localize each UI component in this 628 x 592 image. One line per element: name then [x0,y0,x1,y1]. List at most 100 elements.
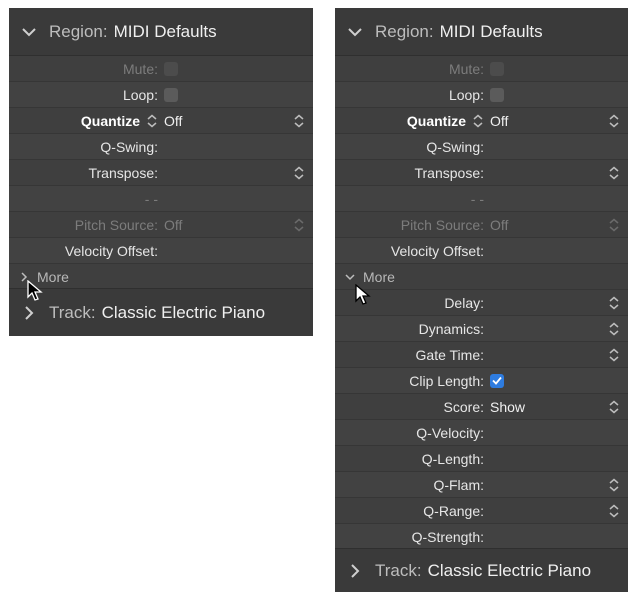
more-parameters-list: Delay: Dynamics: Gate Time: Clip Length:… [335,290,628,550]
placeholder-label: - - [144,190,158,207]
score-row[interactable]: Score: Show [335,394,628,420]
placeholder-row: - - [335,186,628,212]
q-velocity-row[interactable]: Q-Velocity: [335,420,628,446]
region-parameters-list: Mute: Loop: Quantize Off Q-Swing: Transp… [9,56,313,264]
quantize-stepper-icon[interactable] [293,114,305,128]
dynamics-label: Dynamics: [418,320,484,337]
inspector-panel-expanded: Region: MIDI Defaults Mute: Loop: Quanti… [335,8,628,592]
velocity-offset-label: Velocity Offset: [390,242,484,259]
velocity-offset-label: Velocity Offset: [64,242,158,259]
q-swing-row[interactable]: Q-Swing: [9,134,313,160]
track-header[interactable]: Track: Classic Electric Piano [335,548,628,592]
mute-label: Mute: [448,60,484,77]
quantize-value[interactable]: Off [490,113,508,129]
dynamics-stepper-icon[interactable] [608,322,620,336]
pitch-source-value[interactable]: Off [490,217,508,233]
clip-length-label: Clip Length: [409,372,484,389]
pitch-source-label: Pitch Source: [74,216,158,233]
region-header-title: MIDI Defaults [113,21,217,41]
mouse-pointer-icon [27,280,43,301]
mute-checkbox[interactable] [164,61,178,76]
gate-time-row[interactable]: Gate Time: [335,342,628,368]
loop-row: Loop: [335,82,628,108]
region-header-prefix: Region: [375,21,434,41]
quantize-label-stepper-icon[interactable] [472,114,484,128]
pitch-source-row[interactable]: Pitch Source: Off [9,212,313,238]
velocity-offset-row[interactable]: Velocity Offset: [9,238,313,264]
score-stepper-icon[interactable] [608,400,620,414]
pitch-source-label: Pitch Source: [400,216,484,233]
transpose-stepper-icon[interactable] [293,166,305,180]
quantize-label-group[interactable]: Quantize [335,113,484,129]
more-disclosure-expanded[interactable]: More [335,264,628,290]
track-header[interactable]: Track: Classic Electric Piano [9,288,313,336]
placeholder-label: - - [470,190,484,207]
track-header-prefix: Track: [375,560,422,580]
more-label[interactable]: More [363,269,395,285]
region-header[interactable]: Region: MIDI Defaults [335,8,628,56]
quantize-row[interactable]: Quantize Off [9,108,313,134]
q-length-label: Q-Length: [421,450,484,467]
loop-label: Loop: [448,86,484,103]
chevron-right-icon[interactable] [347,563,363,579]
quantize-label-group[interactable]: Quantize [9,113,158,129]
chevron-right-icon[interactable] [21,305,37,321]
clip-length-row: Clip Length: [335,368,628,394]
clip-length-checkbox[interactable] [490,373,504,388]
delay-stepper-icon[interactable] [608,296,620,310]
q-range-stepper-icon[interactable] [608,504,620,518]
quantize-row[interactable]: Quantize Off [335,108,628,134]
q-length-row[interactable]: Q-Length: [335,446,628,472]
quantize-stepper-icon[interactable] [608,114,620,128]
mute-checkbox[interactable] [490,61,504,76]
score-value[interactable]: Show [490,399,525,415]
transpose-label: Transpose: [414,164,484,181]
transpose-row[interactable]: Transpose: [9,160,313,186]
transpose-label: Transpose: [88,164,158,181]
region-header-prefix: Region: [49,21,108,41]
pitch-source-stepper-icon[interactable] [608,218,620,232]
gate-time-stepper-icon[interactable] [608,348,620,362]
q-flam-label: Q-Flam: [433,476,484,493]
loop-checkbox[interactable] [164,87,178,102]
placeholder-row: - - [9,186,313,212]
mouse-pointer-icon [355,284,371,305]
mute-row: Mute: [335,56,628,82]
q-flam-row[interactable]: Q-Flam: [335,472,628,498]
chevron-down-icon[interactable] [345,272,355,282]
velocity-offset-row[interactable]: Velocity Offset: [335,238,628,264]
transpose-row[interactable]: Transpose: [335,160,628,186]
q-velocity-label: Q-Velocity: [416,424,484,441]
quantize-label-stepper-icon[interactable] [146,114,158,128]
track-header-title: Classic Electric Piano [427,560,592,580]
q-range-row[interactable]: Q-Range: [335,498,628,524]
loop-row: Loop: [9,82,313,108]
more-disclosure-collapsed[interactable]: More [9,264,313,290]
q-strength-label: Q-Strength: [411,528,484,545]
track-header-title: Classic Electric Piano [101,302,266,322]
region-header[interactable]: Region: MIDI Defaults [9,8,313,56]
mute-label: Mute: [122,60,158,77]
transpose-stepper-icon[interactable] [608,166,620,180]
pitch-source-stepper-icon[interactable] [293,218,305,232]
loop-checkbox[interactable] [490,87,504,102]
quantize-label: Quantize [406,112,466,129]
region-parameters-list: Mute: Loop: Quantize Off Q-Swing: Transp… [335,56,628,264]
q-range-label: Q-Range: [423,502,484,519]
q-strength-row[interactable]: Q-Strength: [335,524,628,550]
dynamics-row[interactable]: Dynamics: [335,316,628,342]
track-header-prefix: Track: [49,302,96,322]
delay-row[interactable]: Delay: [335,290,628,316]
inspector-panel-collapsed: Region: MIDI Defaults Mute: Loop: Quanti… [9,8,313,336]
chevron-down-icon[interactable] [21,24,37,40]
quantize-value[interactable]: Off [164,113,182,129]
pitch-source-row[interactable]: Pitch Source: Off [335,212,628,238]
gate-time-label: Gate Time: [415,346,484,363]
pitch-source-value[interactable]: Off [164,217,182,233]
chevron-down-icon[interactable] [347,24,363,40]
q-flam-stepper-icon[interactable] [608,478,620,492]
q-swing-label: Q-Swing: [426,138,484,155]
mute-row: Mute: [9,56,313,82]
q-swing-row[interactable]: Q-Swing: [335,134,628,160]
q-swing-label: Q-Swing: [100,138,158,155]
